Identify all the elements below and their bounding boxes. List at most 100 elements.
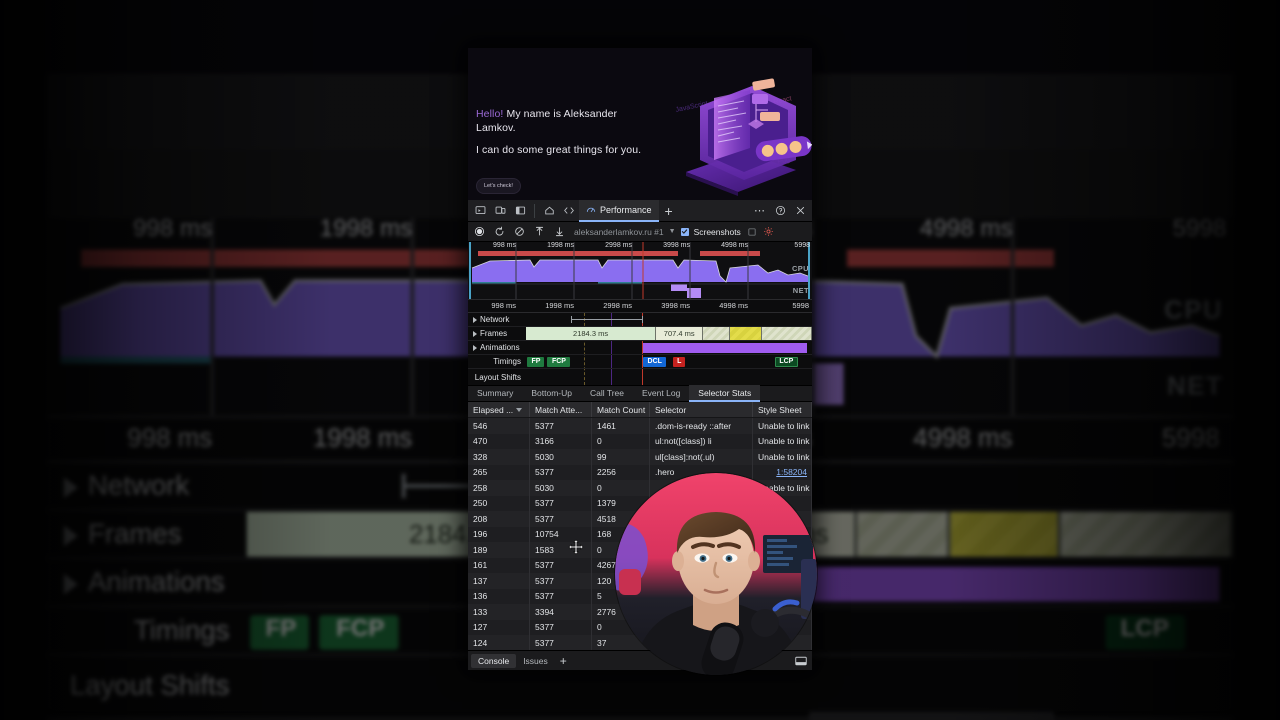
home-icon[interactable] (539, 201, 559, 221)
overview-time-5: 5998 (794, 242, 810, 249)
table-cell: 5377 (530, 464, 592, 480)
track-animations-label: Animations (480, 343, 520, 352)
drawer-dock-icon[interactable] (795, 656, 807, 666)
table-cell: 0 (592, 480, 650, 496)
devtools-toolbar: Performance + ⋯ (468, 199, 812, 222)
table-cell: 161 (468, 557, 530, 573)
table-cell: 1461 (592, 418, 650, 434)
frame-strip: 2184.3 ms 707.4 ms (526, 327, 812, 340)
table-cell: 0 (592, 433, 650, 449)
reload-record-icon[interactable] (490, 223, 509, 241)
table-cell: 5377 (530, 573, 592, 589)
hero-copy: Hello! My name is Aleksander Lamkov. I c… (476, 108, 646, 158)
timing-mark-dcl[interactable]: DCL (643, 356, 667, 367)
track-animations-body (526, 341, 812, 354)
table-row[interactable]: 470 3166 0 ul:not([class]) li Unable to link (468, 433, 812, 449)
record-icon[interactable] (470, 223, 489, 241)
frame-block[interactable] (761, 327, 812, 340)
tab-bottom-up[interactable]: Bottom-Up (522, 385, 581, 402)
table-header-row: Elapsed ... Match Atte... Match Count Se… (468, 402, 812, 418)
tab-call-tree[interactable]: Call Tree (581, 385, 633, 402)
network-request-range (571, 316, 643, 323)
animation-bar[interactable] (643, 343, 807, 353)
save-profile-icon[interactable] (550, 223, 569, 241)
capture-settings-gear-icon[interactable] (763, 226, 774, 237)
track-frames[interactable]: Frames 2184.3 ms 707.4 ms (468, 327, 812, 341)
table-cell: 99 (592, 449, 650, 465)
hero-line2: I can do some great things for you. (476, 144, 642, 156)
new-tab-button[interactable]: + (659, 204, 679, 218)
column-header-style-sheet[interactable]: Style Sheet (753, 402, 812, 417)
column-header-elapsed-label: Elapsed ... (473, 404, 514, 415)
inspect-icon[interactable] (470, 201, 490, 221)
track-network-head[interactable]: Network (468, 315, 526, 324)
table-cell: 258 (468, 480, 530, 496)
table-cell: 136 (468, 588, 530, 604)
chevron-down-icon[interactable]: ▼ (669, 228, 676, 235)
device-toggle-icon[interactable] (490, 201, 510, 221)
column-header-selector[interactable]: Selector (650, 402, 753, 417)
timing-mark-fp[interactable]: FP (527, 356, 545, 367)
drawer-tab-issues[interactable]: Issues (516, 654, 555, 668)
tab-summary[interactable]: Summary (468, 385, 522, 402)
tab-selector-stats[interactable]: Selector Stats (689, 385, 761, 402)
timing-mark-l[interactable]: L (673, 356, 686, 367)
tab-event-log[interactable]: Event Log (633, 385, 689, 402)
help-icon[interactable] (770, 201, 790, 221)
column-header-match-attempts[interactable]: Match Atte... (530, 402, 592, 417)
close-icon[interactable] (790, 201, 810, 221)
table-row[interactable]: 546 5377 1461 .dom-is-ready ::after Unable t… (468, 418, 812, 434)
track-animations[interactable]: Animations (468, 341, 812, 355)
load-profile-icon[interactable] (530, 223, 549, 241)
timing-mark-fcp[interactable]: FCP (547, 356, 571, 367)
table-cell: 3394 (530, 604, 592, 620)
expand-triangle-icon[interactable] (473, 330, 477, 337)
tab-performance-label: Performance (600, 204, 652, 215)
overview-time-2: 2998 ms (605, 242, 632, 249)
dock-side-icon[interactable] (510, 201, 530, 221)
track-network-body (526, 313, 812, 326)
frame-block[interactable] (703, 327, 731, 340)
code-icon[interactable] (559, 201, 579, 221)
drawer-add-tab-button[interactable]: + (555, 655, 572, 667)
tab-performance[interactable]: Performance (579, 199, 659, 222)
stylesheet-link[interactable]: 1:58204 (776, 467, 807, 477)
timeline-ruler: 998 ms 1998 ms 2998 ms 3998 ms 4998 ms 5… (468, 300, 812, 319)
ruler-label-2: 2998 ms (603, 301, 632, 310)
lets-check-button[interactable]: Let's check! (476, 178, 521, 194)
overview-time-1: 1998 ms (547, 242, 574, 249)
frame-block[interactable]: 707.4 ms (656, 327, 704, 340)
drawer-tab-console[interactable]: Console (471, 653, 517, 668)
performance-controls: aleksanderlamkov.ru #1 ▼ Screenshots (468, 222, 812, 242)
track-layout-shifts: Layout Shifts (468, 369, 812, 385)
ruler-label-4: 4998 ms (719, 301, 748, 310)
memory-checkbox[interactable] (748, 227, 756, 236)
column-header-elapsed[interactable]: Elapsed ... (468, 402, 530, 417)
overview-time-labels: 998 ms 1998 ms 2998 ms 3998 ms 4998 ms 5… (468, 242, 812, 253)
track-frames-head[interactable]: Frames (468, 329, 526, 338)
frame-block[interactable] (730, 327, 762, 340)
ruler-label-3: 3998 ms (661, 301, 690, 310)
table-cell: 2256 (592, 464, 650, 480)
track-animations-head[interactable]: Animations (468, 343, 526, 352)
column-header-match-count[interactable]: Match Count (592, 402, 650, 417)
overview-time-4: 4998 ms (721, 242, 748, 249)
table-cell: 5377 (530, 619, 592, 635)
clear-icon[interactable] (510, 223, 529, 241)
webcam-overlay (615, 473, 817, 675)
screenshots-checkbox[interactable] (680, 227, 689, 236)
timing-mark-lcp[interactable]: LCP (774, 356, 798, 367)
table-cell: 328 (468, 449, 530, 465)
track-network[interactable]: Network (468, 313, 812, 327)
table-cell: 265 (468, 464, 530, 480)
table-row[interactable]: 328 5030 99 ul[class]:not(.ul) Unable to lin… (468, 449, 812, 465)
expand-triangle-icon[interactable] (473, 344, 477, 351)
track-network-label: Network (480, 315, 510, 324)
table-row[interactable]: 265 5377 2256 .hero 1:58204 (468, 464, 812, 480)
more-options-icon[interactable]: ⋯ (750, 201, 770, 221)
table-cell: 5377 (530, 495, 592, 511)
frame-block[interactable]: 2184.3 ms (526, 327, 657, 340)
expand-triangle-icon[interactable] (473, 316, 477, 323)
page-screenshot-preview: JavaScript React Pug (468, 48, 812, 200)
timeline-overview[interactable]: 998 ms 1998 ms 2998 ms 3998 ms 4998 ms 5… (468, 242, 812, 300)
